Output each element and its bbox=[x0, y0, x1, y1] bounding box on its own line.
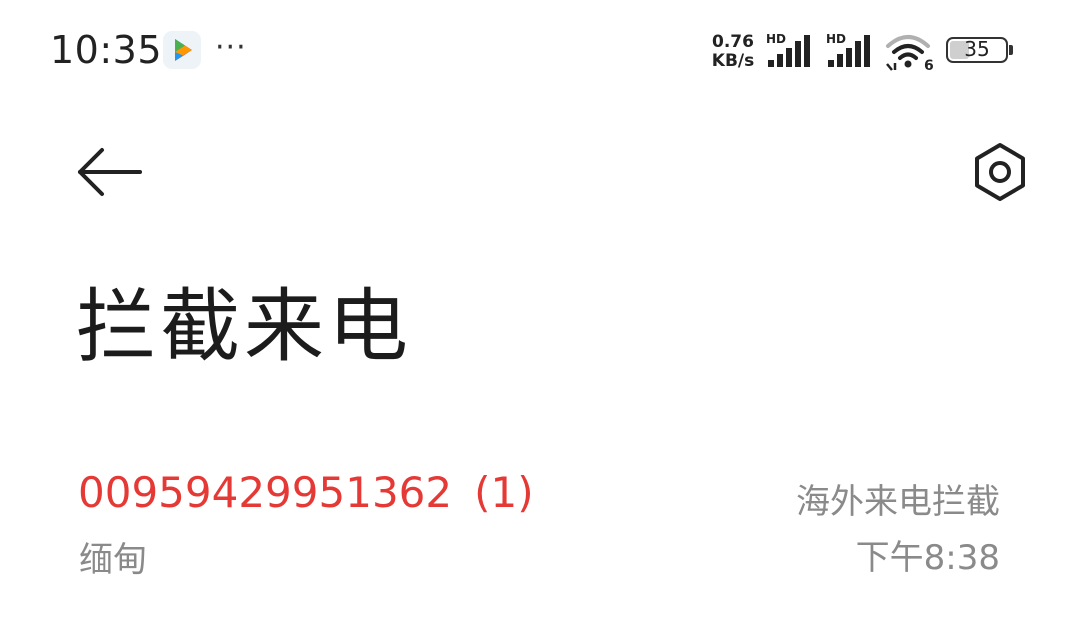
wifi-6-label: 6 bbox=[924, 58, 934, 72]
sim2-signal-icon: HD bbox=[826, 32, 878, 68]
status-time: 10:35 bbox=[50, 28, 163, 72]
blocked-call-item[interactable]: 00959429951362 (1) 缅甸 海外来电拦截 下午8:38 bbox=[0, 450, 1080, 590]
status-bar: 10:35 ··· 0.76 KB/s HD HD 6 35 bbox=[0, 0, 1080, 100]
call-number: 00959429951362 bbox=[78, 468, 453, 517]
call-location: 缅甸 bbox=[79, 540, 147, 580]
battery-icon: 35 bbox=[946, 37, 1018, 65]
battery-cap bbox=[1009, 45, 1013, 55]
net-speed-unit: KB/s bbox=[711, 51, 755, 71]
sim1-signal-icon: HD bbox=[766, 32, 818, 68]
call-time: 下午8:38 bbox=[855, 538, 1000, 578]
arrow-left-icon bbox=[78, 148, 142, 196]
more-notifications-icon: ··· bbox=[215, 30, 247, 65]
battery-level: 35 bbox=[964, 37, 990, 61]
page-title: 拦截来电 bbox=[76, 280, 412, 373]
call-block-type: 海外来电拦截 bbox=[796, 482, 1000, 522]
video-app-icon bbox=[163, 31, 201, 69]
wifi-icon: 6 bbox=[884, 32, 936, 74]
back-button[interactable] bbox=[74, 142, 146, 202]
hexagon-settings-icon bbox=[975, 143, 1025, 201]
call-number-line: 00959429951362 (1) bbox=[78, 468, 534, 517]
battery-body: 35 bbox=[946, 37, 1008, 63]
net-speed-value: 0.76 bbox=[712, 32, 754, 52]
call-count: (1) bbox=[474, 468, 534, 517]
settings-button[interactable] bbox=[968, 140, 1032, 204]
network-speed: 0.76 KB/s bbox=[708, 33, 758, 71]
